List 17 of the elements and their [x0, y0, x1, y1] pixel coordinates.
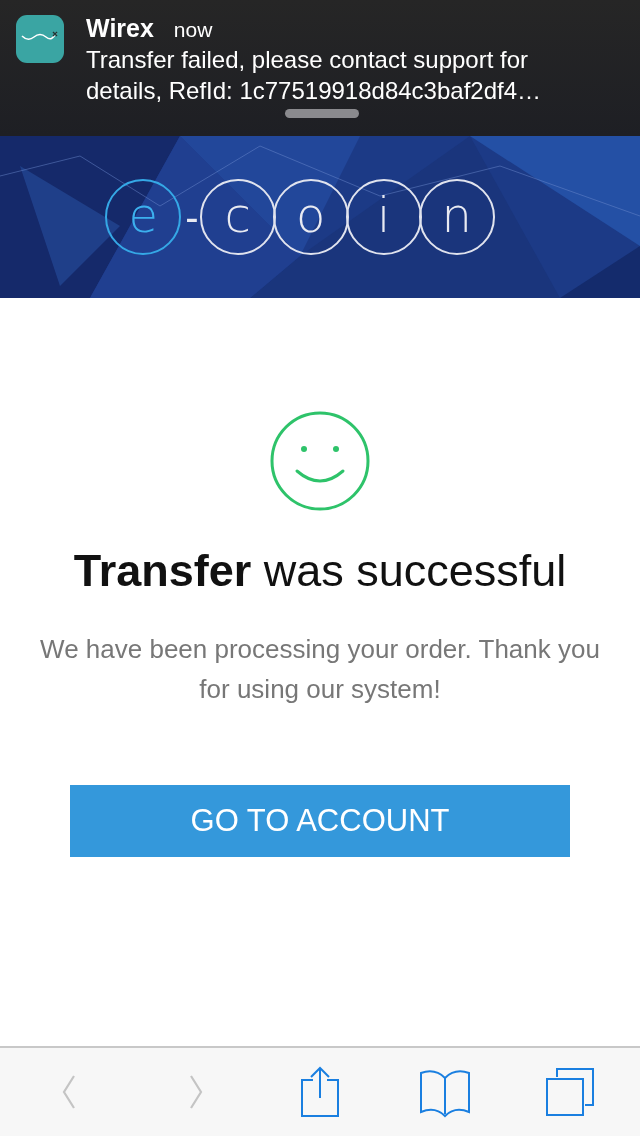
logo-letter: i [345, 179, 422, 255]
smiley-icon [270, 411, 370, 511]
notification-banner[interactable]: Wirex now Transfer failed, please contact support for details, RefId: 1c77519918d84c3baf2df4… [0, 0, 640, 136]
result-message: We have been processing your order. Thank you for using our system! [39, 633, 601, 706]
app-name: Wirex [86, 14, 154, 43]
logo-letter: n [418, 179, 495, 255]
app-icon [16, 15, 64, 63]
share-icon[interactable] [300, 1066, 340, 1118]
result-title: Transfer was successful [73, 544, 567, 598]
logo-text: - [184, 194, 200, 240]
logo-letter: c [199, 179, 276, 255]
notification-time: now [173, 18, 213, 42]
tabs-icon[interactable] [544, 1067, 595, 1117]
notification-message: Transfer failed, please contact support for details, RefId: 1c77519918d84c3baf2df4… [86, 45, 542, 106]
logo-letter: e [105, 179, 182, 255]
grabber-handle[interactable] [285, 109, 359, 118]
logo-letter: o [272, 179, 349, 255]
